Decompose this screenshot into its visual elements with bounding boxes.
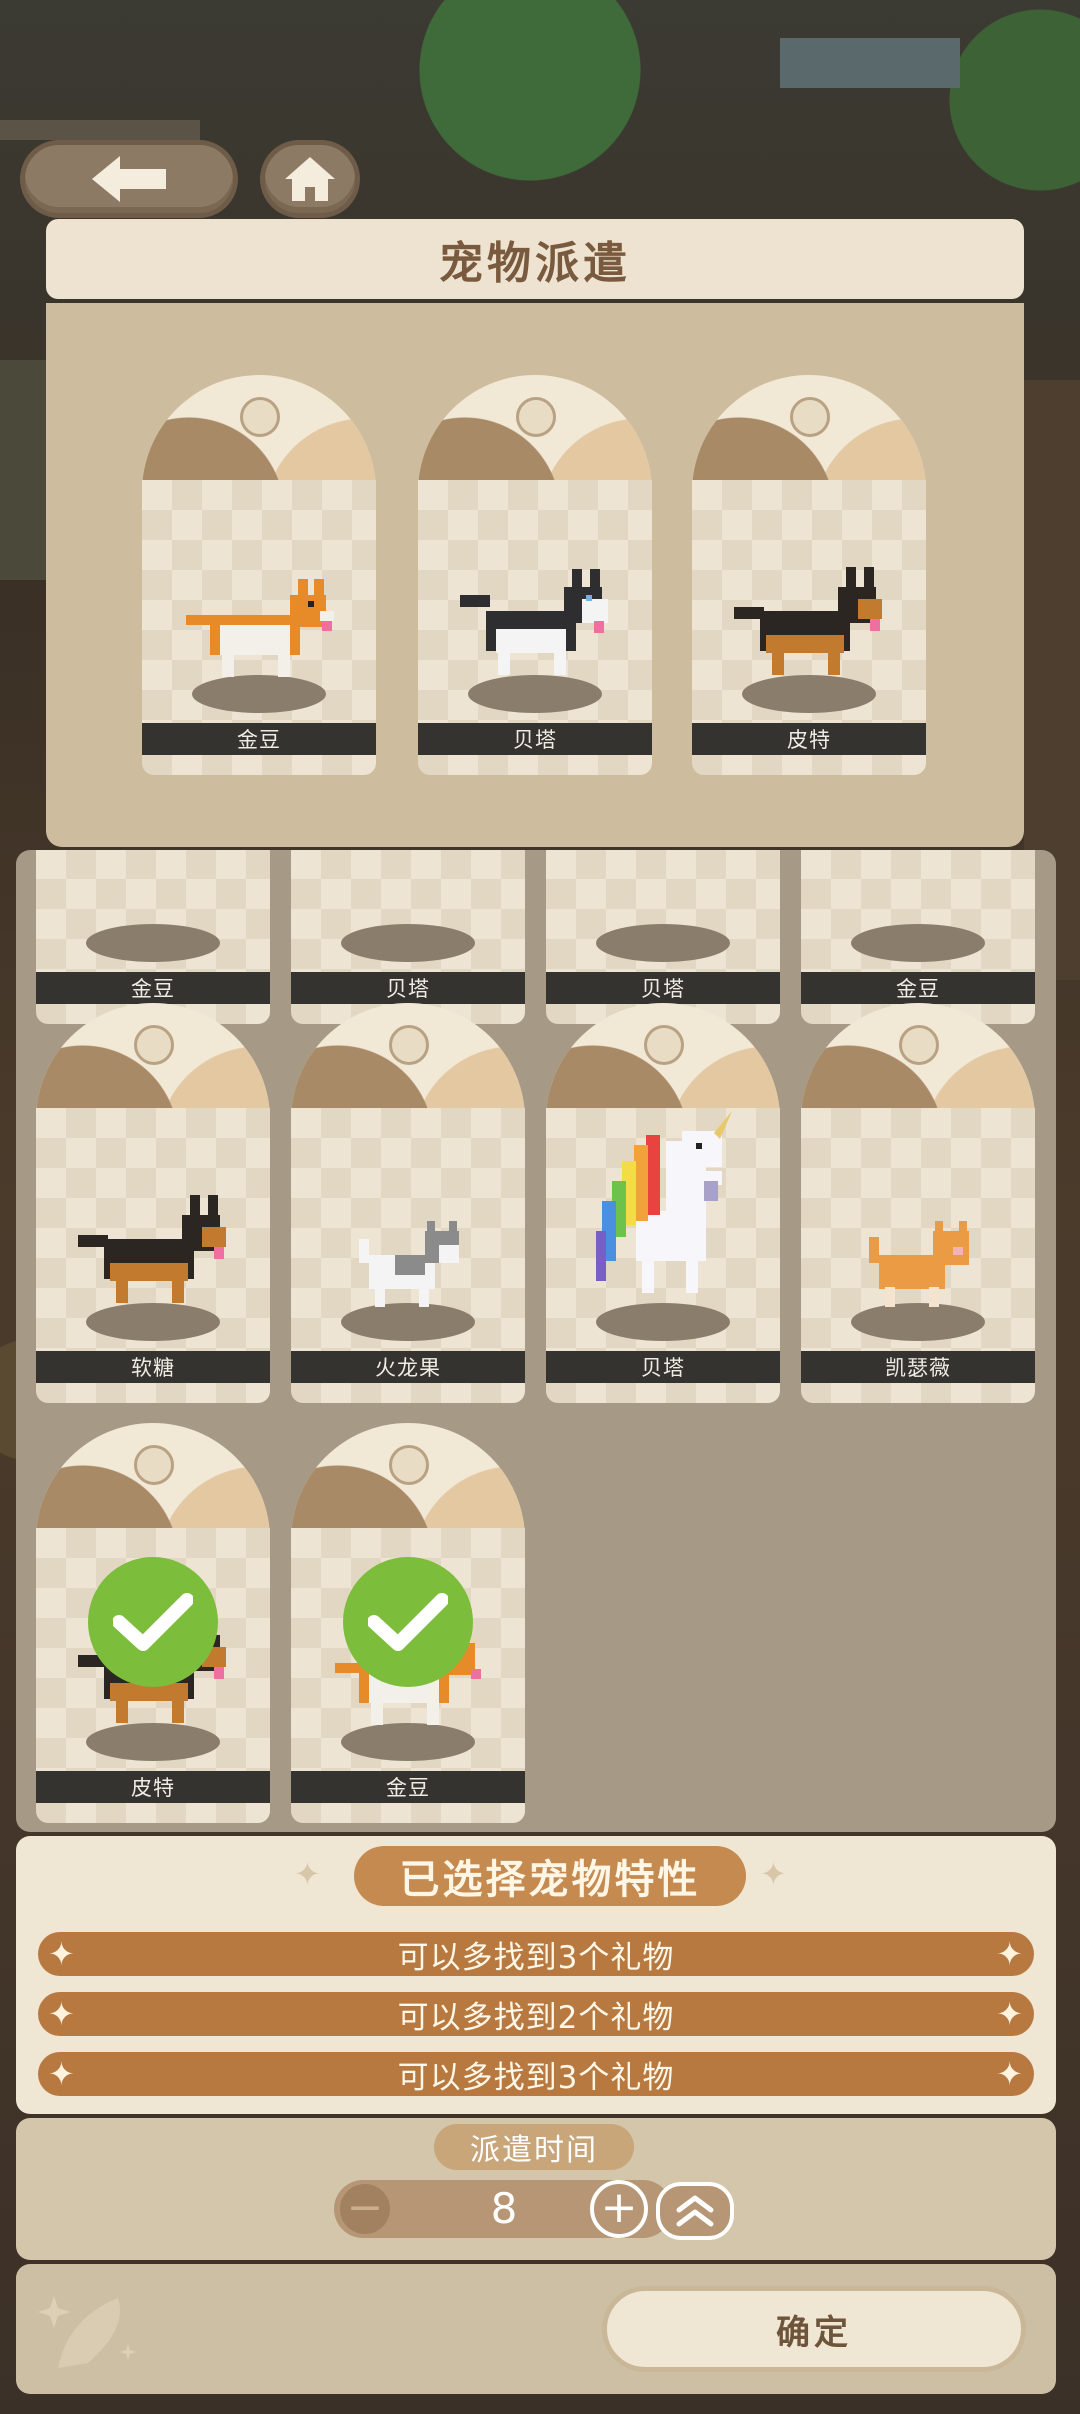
pet-card[interactable]: 软糖 [36, 1003, 270, 1403]
pet-name-label: 贝塔 [291, 972, 525, 1004]
dispatch-time-panel: 派遣时间 − 8 + [16, 2118, 1056, 2260]
pet-name-label: 皮特 [692, 723, 926, 755]
pet-grid[interactable]: 金豆 贝塔 贝塔 金豆 软糖 火龙果 贝塔 凯瑟薇 皮特 金豆 [16, 850, 1056, 1832]
pet-name-label: 皮特 [36, 1771, 270, 1803]
orange-cat-icon [869, 1221, 969, 1307]
pet-name-label: 金豆 [36, 972, 270, 1004]
shepherd-icon [734, 567, 882, 675]
husky-icon [460, 569, 608, 675]
pet-card[interactable]: 贝塔 [291, 850, 525, 1024]
pet-card-selected[interactable]: 金豆 [291, 1423, 525, 1823]
bottom-action-bar: 确定 [16, 2264, 1056, 2394]
plus-icon[interactable]: + [590, 2180, 648, 2238]
pet-name-label: 金豆 [291, 1771, 525, 1803]
sparkle-icon: ✦ [48, 1995, 76, 2033]
sparkle-icon: ✦ [760, 1855, 787, 1893]
pet-card[interactable]: 贝塔 [546, 1003, 780, 1403]
selected-pet-card[interactable]: 皮特 [692, 375, 926, 775]
pet-name-label: 火龙果 [291, 1351, 525, 1383]
check-icon [88, 1557, 218, 1687]
time-value: 8 [490, 2184, 518, 2233]
pet-card[interactable]: 贝塔 [546, 850, 780, 1024]
home-button[interactable] [260, 140, 360, 218]
pet-name-label: 贝塔 [418, 723, 652, 755]
sparkle-icon: ✦ [996, 1995, 1024, 2033]
pet-card[interactable]: 火龙果 [291, 1003, 525, 1403]
back-button[interactable] [20, 140, 238, 218]
trait-item: ✦ 可以多找到3个礼物 ✦ [38, 2052, 1034, 2096]
feather-icon [38, 2296, 136, 2368]
selected-pet-card[interactable]: 金豆 [142, 375, 376, 775]
sparkle-icon: ✦ [48, 1935, 76, 1973]
selected-pet-card[interactable]: 贝塔 [418, 375, 652, 775]
trait-text: 可以多找到3个礼物 [397, 1939, 675, 1976]
pet-name-label: 软糖 [36, 1351, 270, 1383]
corgi-icon [186, 579, 334, 677]
sparkle-icon: ✦ [294, 1855, 321, 1893]
trait-item: ✦ 可以多找到3个礼物 ✦ [38, 1932, 1034, 1976]
traits-title: 已选择宠物特性 [354, 1846, 746, 1906]
selected-pets-panel: 金豆 贝塔 皮特 [46, 303, 1024, 847]
confirm-button[interactable]: 确定 [602, 2286, 1026, 2372]
dispatch-time-label: 派遣时间 [434, 2124, 634, 2170]
minus-icon[interactable]: − [340, 2184, 390, 2234]
selected-traits-panel: ✦ 已选择宠物特性 ✦ ✦ 可以多找到3个礼物 ✦ ✦ 可以多找到2个礼物 ✦ … [16, 1836, 1056, 2114]
check-icon [343, 1557, 473, 1687]
back-arrow-icon [92, 156, 166, 202]
trait-text: 可以多找到3个礼物 [397, 2059, 675, 2096]
sparkle-icon: ✦ [996, 2055, 1024, 2093]
home-icon [285, 157, 335, 201]
pet-name-label: 金豆 [801, 972, 1035, 1004]
double-chevron-up-icon[interactable] [656, 2182, 734, 2240]
pet-card[interactable]: 金豆 [801, 850, 1035, 1024]
pet-name-label: 贝塔 [546, 972, 780, 1004]
trait-item: ✦ 可以多找到2个礼物 ✦ [38, 1992, 1034, 2036]
sparkle-icon: ✦ [996, 1935, 1024, 1973]
pet-card-selected[interactable]: 皮特 [36, 1423, 270, 1823]
page-title: 宠物派遣 [46, 219, 1024, 299]
unicorn-icon [596, 1111, 732, 1293]
pet-card[interactable]: 凯瑟薇 [801, 1003, 1035, 1403]
pet-name-label: 凯瑟薇 [801, 1351, 1035, 1383]
white-cat-icon [359, 1221, 459, 1307]
shepherd-icon [78, 1195, 226, 1303]
pet-name-label: 贝塔 [546, 1351, 780, 1383]
pet-card[interactable]: 金豆 [36, 850, 270, 1024]
pet-name-label: 金豆 [142, 723, 376, 755]
sparkle-icon: ✦ [48, 2055, 76, 2093]
trait-text: 可以多找到2个礼物 [397, 1999, 675, 2036]
